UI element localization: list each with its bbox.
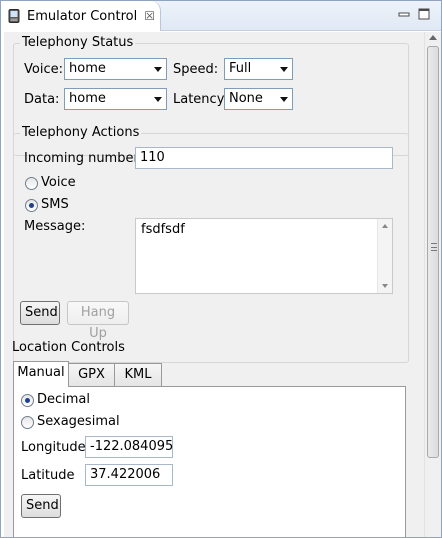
speed-select[interactable]: Full xyxy=(224,58,293,80)
message-textarea[interactable]: fsdfsdf xyxy=(135,218,393,294)
tab-manual[interactable]: Manual xyxy=(13,361,69,387)
incoming-number-label: Incoming number: xyxy=(24,151,143,166)
speed-select-value: Full xyxy=(229,61,252,76)
message-text: fsdfsdf xyxy=(141,222,185,237)
voice-radio-label: Voice xyxy=(41,175,76,190)
scroll-up-icon[interactable] xyxy=(382,224,388,228)
longitude-label: Longitude xyxy=(21,440,86,455)
manual-tab-panel xyxy=(13,386,406,537)
telephony-send-button[interactable]: Send xyxy=(20,301,60,325)
emulator-control-view: Emulator Control ☒ Telephony Status Voic… xyxy=(0,0,442,538)
telephony-actions-title: Telephony Actions xyxy=(20,125,142,140)
voice-label: Voice: xyxy=(24,62,63,77)
view-tab[interactable]: Emulator Control ☒ xyxy=(1,1,161,31)
view-scrollbar[interactable] xyxy=(424,32,441,537)
speed-label: Speed: xyxy=(173,62,219,77)
voice-select-value: home xyxy=(69,61,106,76)
voice-radio[interactable] xyxy=(25,177,38,190)
scroll-up-icon[interactable] xyxy=(429,35,437,40)
tab-gpx[interactable]: GPX xyxy=(68,363,115,387)
message-scrollbar[interactable] xyxy=(377,219,392,293)
maximize-icon[interactable] xyxy=(417,7,431,21)
scroll-down-icon[interactable] xyxy=(382,284,388,288)
view-content: Telephony Status Voice: home Speed: Full… xyxy=(4,32,424,537)
decimal-radio[interactable] xyxy=(21,394,34,407)
data-label: Data: xyxy=(24,92,60,107)
sms-radio-label: SMS xyxy=(41,197,69,212)
telephony-status-title: Telephony Status xyxy=(20,35,136,50)
latitude-input[interactable]: 37.422006 xyxy=(85,464,173,486)
data-select-value: home xyxy=(69,91,106,106)
close-icon[interactable]: ☒ xyxy=(144,9,155,23)
location-send-button[interactable]: Send xyxy=(21,494,61,518)
longitude-input[interactable]: -122.084095 xyxy=(85,436,173,458)
incoming-number-input[interactable]: 110 xyxy=(135,147,393,169)
sms-radio[interactable] xyxy=(25,199,38,212)
scrollbar-thumb[interactable] xyxy=(427,46,439,458)
sexagesimal-radio-label: Sexagesimal xyxy=(37,414,120,429)
hang-up-button[interactable]: Hang Up xyxy=(67,301,129,341)
latency-select-value: None xyxy=(229,91,263,106)
view-title: Emulator Control xyxy=(27,8,138,24)
data-select[interactable]: home xyxy=(64,88,167,110)
sexagesimal-radio[interactable] xyxy=(21,416,34,429)
message-label: Message: xyxy=(24,219,86,234)
latency-select[interactable]: None xyxy=(224,88,293,110)
chevron-down-icon xyxy=(154,97,162,102)
decimal-radio-label: Decimal xyxy=(37,392,91,407)
location-controls-title: Location Controls xyxy=(12,340,125,355)
latency-label: Latency: xyxy=(173,92,228,107)
minimize-icon[interactable] xyxy=(397,7,411,21)
latitude-label: Latitude xyxy=(21,468,75,483)
emulator-icon xyxy=(7,9,21,23)
chevron-down-icon xyxy=(280,67,288,72)
view-tab-bar: Emulator Control ☒ xyxy=(1,1,441,31)
voice-select[interactable]: home xyxy=(64,58,167,80)
chevron-down-icon xyxy=(154,67,162,72)
chevron-down-icon xyxy=(280,97,288,102)
grip-icon xyxy=(431,243,437,251)
tab-kml[interactable]: KML xyxy=(114,363,162,387)
